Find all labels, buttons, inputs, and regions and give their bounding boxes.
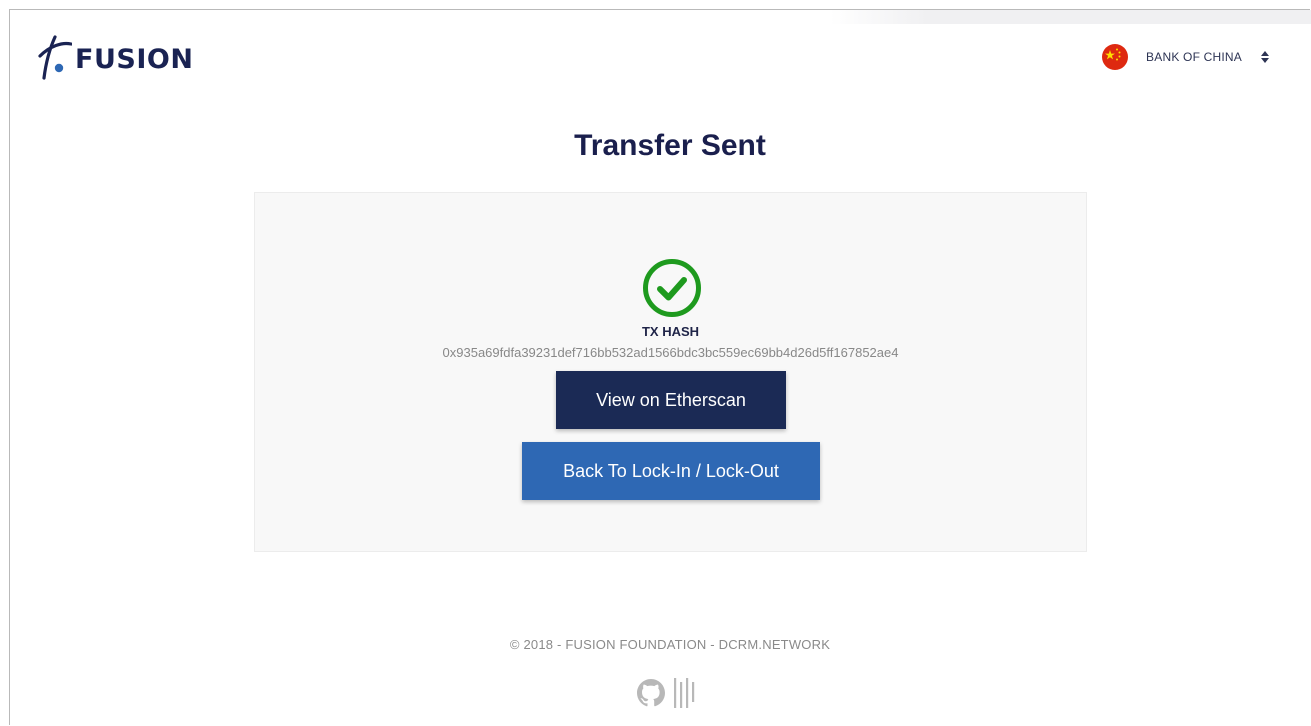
app-window: FUSION BANK OF CHINA Transfer Sent TX HA… bbox=[9, 9, 1311, 725]
footer-copyright: © 2018 - FUSION FOUNDATION - DCRM.NETWOR… bbox=[509, 637, 831, 652]
fusion-logo[interactable]: FUSION bbox=[36, 34, 193, 80]
bank-selector[interactable]: BANK OF CHINA bbox=[1102, 42, 1270, 72]
check-circle-icon bbox=[643, 259, 701, 317]
logo-text: FUSION bbox=[75, 43, 194, 75]
barcode-icon[interactable] bbox=[673, 676, 699, 715]
view-on-etherscan-button[interactable]: View on Etherscan bbox=[556, 371, 786, 429]
china-flag-icon bbox=[1102, 44, 1129, 70]
page-title: Transfer Sent bbox=[574, 129, 766, 162]
tx-hash-value: 0x935a69fdfa39231def716bb532ad1566bdc3bc… bbox=[442, 345, 899, 360]
bank-selector-value: BANK OF CHINA bbox=[1146, 50, 1242, 64]
tx-hash-label: TX HASH bbox=[641, 324, 700, 339]
footer-icons bbox=[635, 676, 705, 715]
window-corner-shade bbox=[830, 10, 1311, 24]
fusion-logo-icon bbox=[38, 35, 72, 80]
sort-arrows-icon bbox=[1261, 51, 1269, 63]
github-icon[interactable] bbox=[635, 677, 667, 714]
transfer-result-panel: TX HASH 0x935a69fdfa39231def716bb532ad15… bbox=[254, 192, 1087, 552]
back-to-lock-in-lock-out-button[interactable]: Back To Lock-In / Lock-Out bbox=[522, 442, 820, 500]
